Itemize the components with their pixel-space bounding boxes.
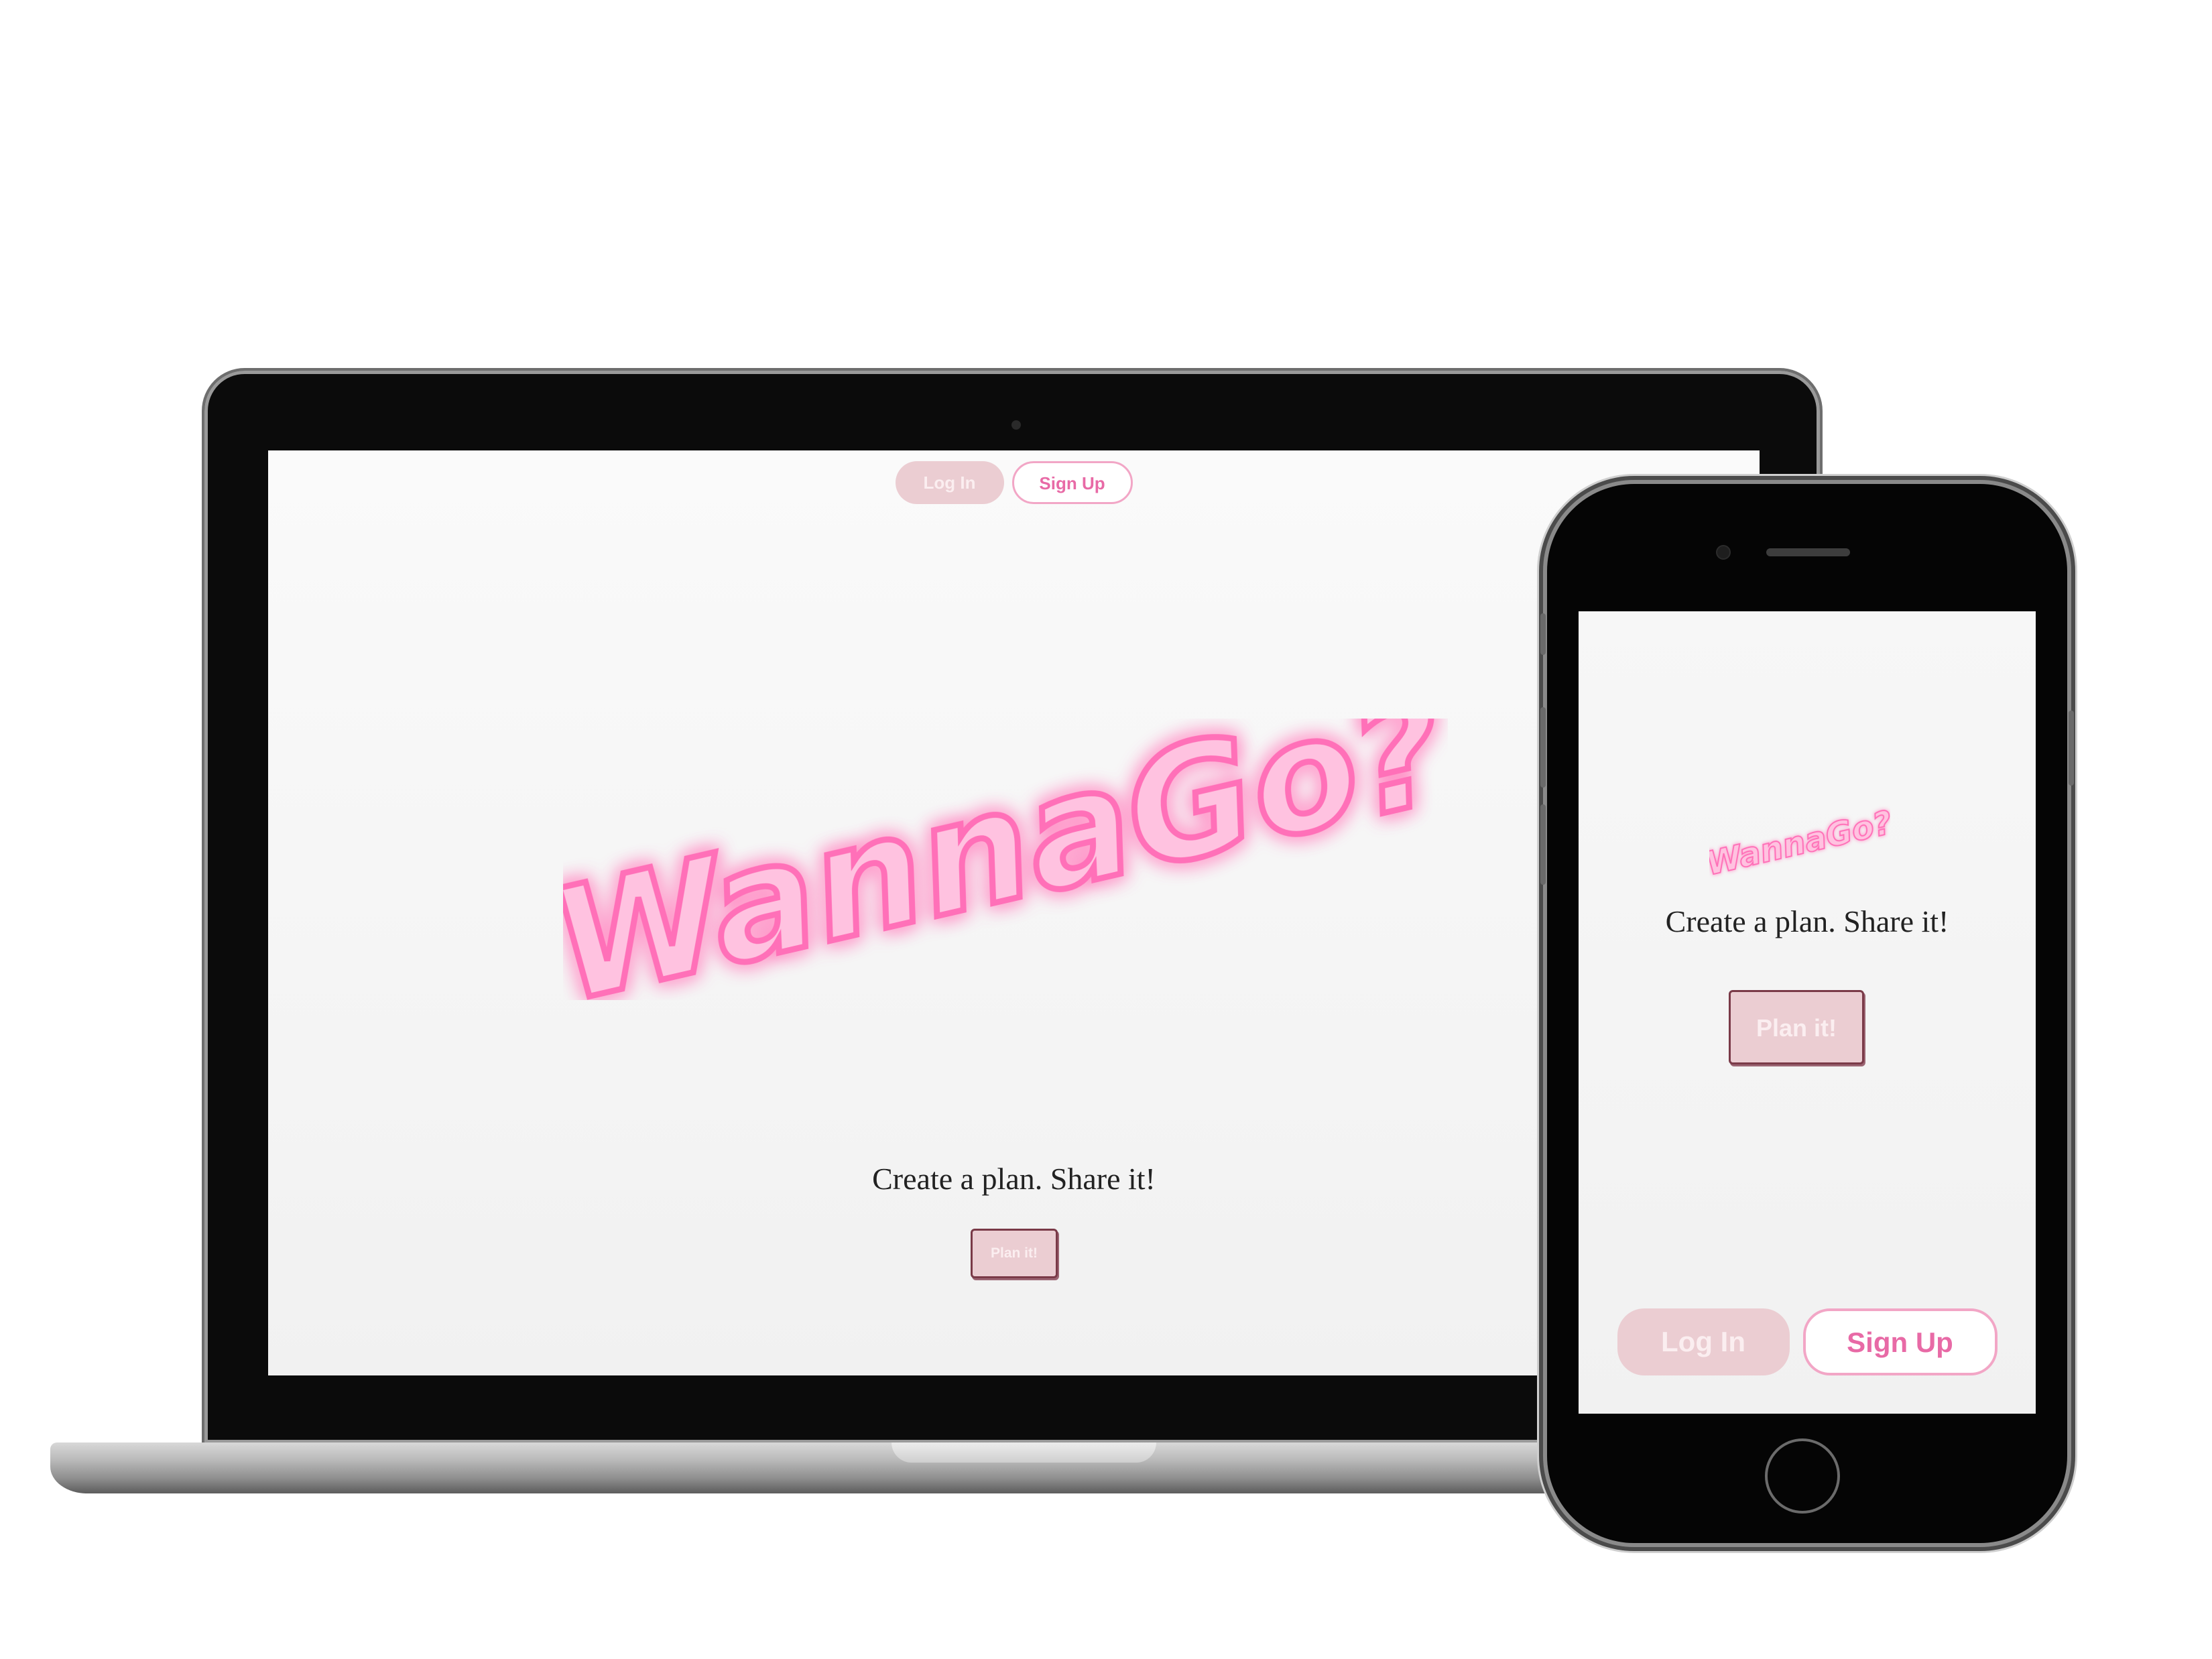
desktop-signup-button[interactable]: Sign Up bbox=[1011, 461, 1133, 504]
phone-earpiece bbox=[1766, 548, 1850, 556]
wannago-logo: WannaGo? bbox=[563, 719, 1448, 1000]
phone-power-button bbox=[2069, 711, 2074, 786]
desktop-login-button[interactable]: Log In bbox=[895, 461, 1004, 504]
logo-text: WannaGo? bbox=[563, 719, 1448, 1000]
desktop-tagline: Create a plan. Share it! bbox=[872, 1162, 1156, 1196]
mobile-signup-button[interactable]: Sign Up bbox=[1802, 1308, 1998, 1375]
mobile-screen: WannaGo? Create a plan. Share it! Plan i… bbox=[1579, 611, 2036, 1414]
phone-home-button[interactable] bbox=[1765, 1438, 1840, 1514]
desktop-auth-nav: Log In Sign Up bbox=[268, 461, 1760, 504]
logo-text-mobile: WannaGo? bbox=[1709, 806, 1890, 879]
mobile-plan-button[interactable]: Plan it! bbox=[1729, 990, 1864, 1064]
mobile-auth-nav: Log In Sign Up bbox=[1579, 1308, 2036, 1375]
desktop-plan-button[interactable]: Plan it! bbox=[971, 1229, 1058, 1278]
wannago-logo-mobile: WannaGo? bbox=[1709, 806, 1890, 879]
phone-volume-down bbox=[1540, 804, 1546, 885]
phone-front-camera bbox=[1717, 546, 1729, 558]
laptop-notch bbox=[892, 1442, 1156, 1463]
phone-volume-up bbox=[1540, 707, 1546, 788]
laptop-camera bbox=[1011, 420, 1021, 430]
phone-mute-switch bbox=[1540, 613, 1546, 655]
mobile-tagline: Create a plan. Share it! bbox=[1665, 904, 1949, 938]
mobile-login-button[interactable]: Log In bbox=[1617, 1308, 1790, 1375]
desktop-screen: Log In Sign Up WannaGo? Create a plan. S… bbox=[268, 450, 1760, 1375]
